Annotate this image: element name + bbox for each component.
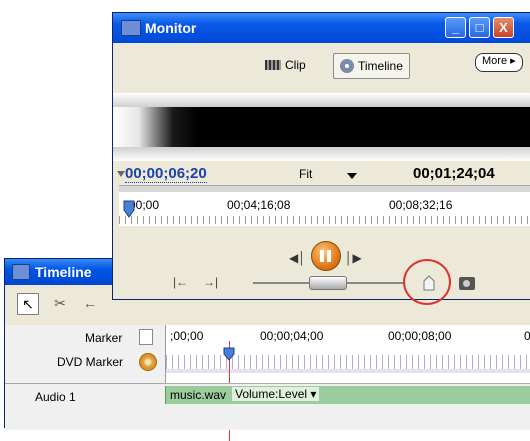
monitor-ruler-time-2: 00;08;32;16: [389, 198, 453, 212]
set-out-point-button[interactable]: →|: [203, 275, 218, 289]
ruler-time-1: 00;00;04;00: [260, 329, 324, 343]
step-forward-button[interactable]: │▶: [345, 251, 362, 265]
duration-timecode: 00;01;24;04: [413, 165, 495, 182]
monitor-work-area-band: [119, 186, 530, 192]
work-area-band: [166, 369, 530, 373]
tab-clip[interactable]: Clip: [259, 53, 312, 79]
timeline-reel-icon: [340, 59, 354, 73]
audio-clip-name: music.wav: [170, 388, 227, 402]
close-button[interactable]: X: [493, 17, 514, 38]
dvd-marker-icon[interactable]: [139, 353, 157, 371]
timeline-body: Marker DVD Marker ;00;00 00;00;04;00 00;…: [5, 325, 530, 441]
timeline-window-title: Timeline: [35, 264, 92, 280]
selection-tool-icon[interactable]: ↖: [17, 293, 39, 315]
tab-clip-label: Clip: [285, 58, 306, 72]
chevron-down-icon[interactable]: [347, 173, 357, 179]
step-back-button[interactable]: ◀│: [289, 251, 306, 265]
monitor-tabs: Clip Timeline More ▸: [113, 43, 530, 91]
monitor-time-ruler[interactable]: 00;00 00;04;16;08 00;08;32;16: [119, 185, 530, 226]
monitor-title-bar[interactable]: Monitor _ □ X: [113, 13, 530, 43]
film-strip-icon: [265, 60, 281, 70]
tab-timeline[interactable]: Timeline: [333, 53, 410, 79]
set-in-point-button[interactable]: |←: [173, 275, 188, 289]
zoom-select[interactable]: Fit: [299, 167, 312, 181]
shuttle-slider[interactable]: [253, 276, 405, 290]
dvd-marker-label: DVD Marker: [57, 355, 124, 369]
monitor-window-icon: [121, 20, 141, 36]
rolling-tool-icon[interactable]: ←: [79, 293, 101, 315]
razor-tool-icon[interactable]: ✂: [49, 293, 71, 315]
ruler-time-3: 0: [524, 329, 530, 343]
maximize-button[interactable]: □: [469, 17, 490, 38]
timeline-playhead-icon[interactable]: [223, 347, 235, 361]
audio-track-label: Audio 1: [35, 390, 76, 404]
monitor-playhead-icon[interactable]: [123, 200, 135, 218]
monitor-window-title: Monitor: [145, 20, 197, 36]
monitor-ruler-time-1: 00;04;16;08: [227, 198, 291, 212]
timecode-dropdown-icon[interactable]: [117, 171, 125, 177]
timecode-row: 00;00;06;20 Fit 00;01;24;04: [113, 161, 530, 185]
audio-track-row: Audio 1 music.wav Volume:Level ▾: [5, 383, 530, 430]
ruler-ticks: [166, 355, 530, 369]
set-marker-button[interactable]: [423, 275, 435, 291]
marker-icon[interactable]: [139, 329, 153, 345]
timeline-window-icon: [12, 264, 30, 280]
more-button[interactable]: More ▸: [475, 53, 523, 72]
program-viewer: [113, 93, 530, 161]
minimize-button[interactable]: _: [445, 17, 466, 38]
ruler-time-2: 00;00;08;00: [388, 329, 452, 343]
monitor-ruler-ticks: [119, 216, 530, 224]
ruler-time-0: ;00;00: [170, 329, 204, 343]
audio-clip[interactable]: music.wav Volume:Level ▾: [165, 386, 530, 404]
shuttle-knob[interactable]: [309, 276, 347, 290]
playback-controls: ◀│ │▶ |← →|: [113, 225, 530, 305]
clip-property-dropdown[interactable]: Volume:Level ▾: [232, 387, 320, 401]
current-timecode[interactable]: 00;00;06;20: [125, 165, 207, 183]
marker-label: Marker: [85, 331, 123, 345]
tab-timeline-label: Timeline: [358, 59, 403, 73]
timeline-ruler[interactable]: ;00;00 00;00;04;00 00;00;08;00 0: [165, 325, 530, 383]
monitor-window[interactable]: Monitor _ □ X Clip Timeline More ▸ 00;00…: [112, 12, 530, 305]
play-pause-button[interactable]: [311, 241, 341, 271]
export-frame-camera-icon[interactable]: [459, 277, 475, 290]
